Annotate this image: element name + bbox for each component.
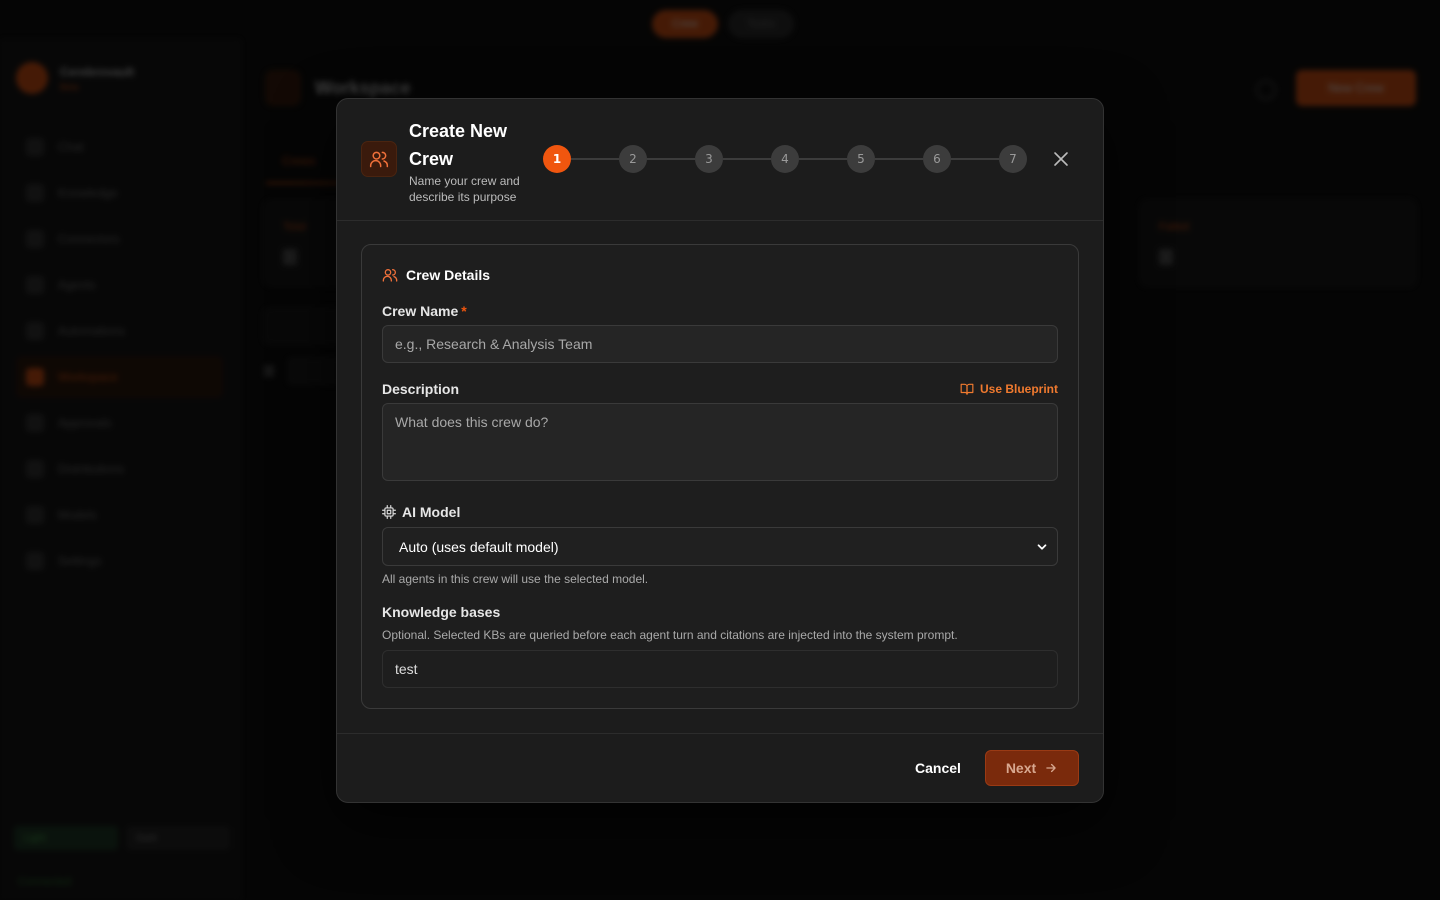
knowledge-bases-helper: Optional. Selected KBs are queried befor… (382, 628, 958, 642)
book-open-icon (960, 383, 974, 395)
step-4: 4 (771, 145, 799, 173)
cancel-button[interactable]: Cancel (903, 750, 973, 786)
create-crew-dialog: Create New Crew Name your crew and descr… (336, 98, 1104, 803)
dialog-header: Create New Crew Name your crew and descr… (337, 99, 1103, 221)
step-6: 6 (923, 145, 951, 173)
ai-model-selected: Auto (uses default model) (399, 538, 559, 555)
step-2: 2 (619, 145, 647, 173)
ai-model-label: AI Model (382, 504, 460, 520)
required-mark: * (461, 303, 467, 319)
dialog-footer: Cancel Next (337, 733, 1103, 803)
users-icon (382, 269, 398, 282)
ai-model-helper: All agents in this crew will use the sel… (382, 572, 649, 586)
description-label: Description (382, 381, 460, 397)
section-title-text: Crew Details (406, 267, 491, 283)
next-button[interactable]: Next (985, 750, 1079, 786)
step-indicator: 1 2 3 4 5 6 7 (543, 145, 1027, 173)
knowledge-bases-input[interactable]: test (382, 650, 1058, 688)
step-5: 5 (847, 145, 875, 173)
step-connector (799, 158, 847, 160)
step-7: 7 (999, 145, 1027, 173)
crew-name-input[interactable] (382, 325, 1058, 363)
knowledge-bases-value: test (395, 661, 418, 677)
cpu-icon (382, 505, 396, 519)
use-blueprint-button[interactable]: Use Blueprint (960, 382, 1058, 396)
step-3: 3 (695, 145, 723, 173)
close-icon (1054, 152, 1068, 166)
arrow-right-icon (1046, 763, 1056, 773)
step-1: 1 (543, 145, 571, 173)
knowledge-bases-label: Knowledge bases (382, 604, 501, 620)
ai-model-select[interactable]: Auto (uses default model) (382, 527, 1058, 566)
use-blueprint-label: Use Blueprint (979, 382, 1058, 396)
step-connector (571, 158, 619, 160)
chevron-down-icon (1037, 544, 1047, 550)
dialog-subtitle: Name your crew and describe its purpose (409, 174, 520, 204)
description-textarea[interactable] (382, 403, 1058, 481)
dialog-body: Crew Details Crew Name* Description Use … (361, 244, 1079, 709)
next-label: Next (1005, 760, 1037, 776)
close-button[interactable] (1051, 149, 1071, 169)
dialog-title: Create New Crew (409, 121, 508, 169)
users-icon (361, 141, 397, 177)
step-connector (951, 158, 999, 160)
crew-name-label: Crew Name * (382, 303, 467, 319)
step-connector (723, 158, 771, 160)
crew-details-card: Crew Details Crew Name* Description Use … (361, 244, 1079, 709)
step-connector (647, 158, 695, 160)
step-connector (875, 158, 923, 160)
section-title: Crew Details (382, 267, 490, 283)
